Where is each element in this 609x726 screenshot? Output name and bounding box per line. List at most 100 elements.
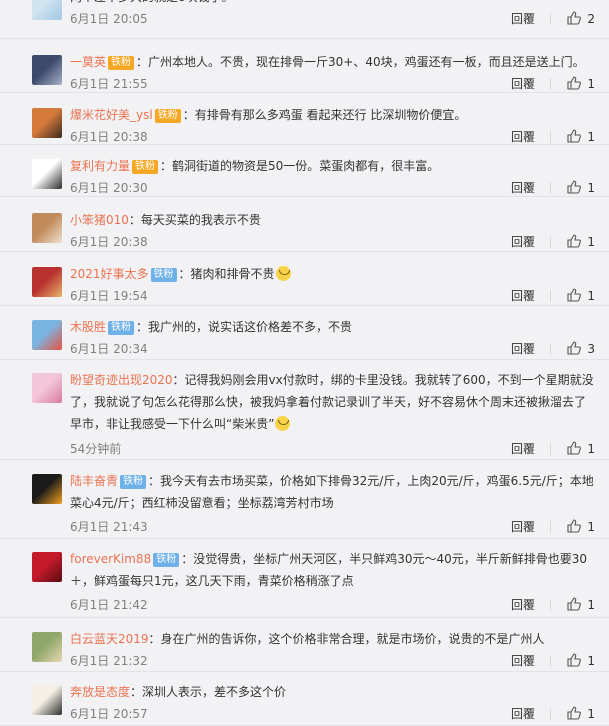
like-button[interactable]: 1 — [567, 440, 595, 458]
username-link[interactable]: 盼望奇迹出现2020 — [70, 373, 173, 387]
fan-badge[interactable]: 铁粉 — [150, 268, 177, 282]
like-button[interactable]: 1 — [567, 233, 595, 251]
comment-item: 白云蓝天2019：身在广州的告诉你，这个价格非常合理，就是市场价，说贵的不是广州… — [0, 618, 609, 672]
reply-button[interactable]: 回覆 — [511, 518, 535, 536]
avatar[interactable] — [32, 108, 62, 138]
comment-item: 2021好事太多 铁粉 ：猪肉和排骨不贵 6月1日 19:54 回覆 1 — [0, 252, 609, 306]
like-count: 1 — [587, 520, 595, 534]
comment-text: ：有排骨有那么多鸡蛋 看起来还行 比深圳物价便宜。 — [182, 108, 467, 122]
username-link[interactable]: 爆米花好美_ysl — [70, 108, 153, 122]
fan-badge[interactable]: 铁粉 — [108, 56, 135, 70]
like-button[interactable]: 1 — [567, 652, 595, 670]
thumbs-up-icon — [567, 653, 582, 667]
username-link[interactable]: 复利有力量 — [70, 159, 130, 173]
comment-item: 爆米花好美_ysl 铁粉 ：有排骨有那么多鸡蛋 看起来还行 比深圳物价便宜。 6月1日… — [0, 93, 609, 145]
avatar[interactable] — [32, 373, 62, 403]
reply-button[interactable]: 回覆 — [511, 10, 535, 28]
avatar[interactable] — [32, 474, 62, 504]
avatar[interactable] — [32, 213, 62, 243]
reply-button[interactable]: 回覆 — [511, 705, 535, 723]
avatar[interactable] — [32, 632, 62, 662]
like-button[interactable]: 2 — [567, 10, 595, 28]
like-button[interactable]: 1 — [567, 518, 595, 536]
like-button[interactable]: 1 — [567, 287, 595, 305]
like-button[interactable]: 3 — [567, 340, 595, 358]
reply-button[interactable]: 回覆 — [511, 652, 535, 670]
comment-item: 复利有力量 铁粉 ：鹤洞街道的物资是50一份。菜蛋肉都有，很丰富。 6月1日 20:3… — [0, 145, 609, 197]
reply-button[interactable]: 回覆 — [511, 287, 535, 305]
comment-text: ：深圳人表示，差不多这个价 — [130, 685, 287, 699]
comment-content: 奔放是态度：深圳人表示，差不多这个价 — [70, 681, 595, 703]
divider — [550, 343, 551, 355]
thumbs-up-icon — [567, 288, 582, 302]
like-button[interactable]: 1 — [567, 705, 595, 723]
comment-time: 6月1日 21:32 — [70, 654, 148, 668]
username-link[interactable]: foreverKim88 — [70, 552, 151, 566]
like-count: 1 — [587, 289, 595, 303]
thumbs-up-icon — [567, 76, 582, 90]
divider — [550, 13, 551, 25]
comment-text: ：我广州的，说实话这价格差不多，不贵 — [136, 320, 353, 334]
comment-meta: 6月1日 20:38 回覆 1 — [70, 233, 595, 251]
comment-item: 奔放是态度：深圳人表示，差不多这个价 6月1日 20:57 回覆 1 — [0, 672, 609, 726]
fan-badge[interactable]: 铁粉 — [120, 475, 147, 489]
reply-button[interactable]: 回覆 — [511, 128, 535, 146]
comment-text: ：身在广州的告诉你，这个价格非常合理，就是市场价，说贵的不是广州人 — [148, 632, 545, 646]
comment-list: 两个差不多大的就是8块钱了。6月1日 20:05回覆2一莫英铁粉：广州本地人。不… — [0, 0, 609, 726]
like-button[interactable]: 1 — [567, 596, 595, 614]
thumbs-up-icon — [567, 129, 582, 143]
username-link[interactable]: 一莫英 — [70, 55, 106, 69]
fan-badge[interactable]: 铁粉 — [153, 553, 180, 567]
comment-meta: 54分钟前 回覆 1 — [70, 440, 595, 458]
comment-text: ：我今天有去市场买菜，价格如下排骨32元/斤，上肉20元/斤，鸡蛋6.5元/斤；… — [70, 474, 594, 510]
reply-button[interactable]: 回覆 — [511, 440, 535, 458]
username-link[interactable]: 白云蓝天2019 — [70, 632, 149, 646]
like-count: 3 — [587, 342, 595, 356]
comment-text: 两个差不多大的就是8块钱了。 — [70, 0, 234, 4]
username-link[interactable]: 木股胜 — [70, 320, 106, 334]
comment-content: 爆米花好美_ysl 铁粉 ：有排骨有那么多鸡蛋 看起来还行 比深圳物价便宜。 — [70, 104, 595, 126]
username-link[interactable]: 小笨猪010 — [70, 213, 129, 227]
comment-meta: 6月1日 20:38 回覆 1 — [70, 128, 595, 146]
like-count: 1 — [587, 598, 595, 612]
comment-time: 6月1日 21:55 — [70, 77, 148, 91]
fan-badge[interactable]: 铁粉 — [154, 109, 181, 123]
thumbs-up-icon — [567, 180, 582, 194]
fan-badge[interactable]: 铁粉 — [132, 160, 159, 174]
username-link[interactable]: 奔放是态度 — [70, 685, 130, 699]
like-button[interactable]: 1 — [567, 75, 595, 93]
reply-button[interactable]: 回覆 — [511, 596, 535, 614]
like-count: 1 — [587, 235, 595, 249]
comment-time: 6月1日 20:05 — [70, 12, 148, 26]
like-count: 2 — [587, 12, 595, 26]
divider — [550, 182, 551, 194]
comment-time: 54分钟前 — [70, 442, 122, 456]
avatar[interactable] — [32, 320, 62, 350]
laughing-emoji-icon — [275, 266, 291, 281]
comment-meta: 6月1日 21:42 回覆 1 — [70, 596, 595, 614]
comment-content: 两个差不多大的就是8块钱了。 — [70, 0, 595, 8]
avatar[interactable] — [32, 267, 62, 297]
reply-button[interactable]: 回覆 — [511, 340, 535, 358]
divider — [550, 131, 551, 143]
avatar[interactable] — [32, 55, 62, 85]
like-button[interactable]: 1 — [567, 179, 595, 197]
reply-button[interactable]: 回覆 — [511, 233, 535, 251]
like-count: 1 — [587, 707, 595, 721]
username-link[interactable]: 2021好事太多 — [70, 267, 149, 281]
username-link[interactable]: 陆丰奋青 — [70, 474, 118, 488]
thumbs-up-icon — [567, 234, 582, 248]
like-button[interactable]: 1 — [567, 128, 595, 146]
like-count: 1 — [587, 654, 595, 668]
divider — [550, 443, 551, 455]
fan-badge[interactable]: 铁粉 — [108, 321, 135, 335]
avatar[interactable] — [32, 0, 62, 20]
reply-button[interactable]: 回覆 — [511, 75, 535, 93]
reply-button[interactable]: 回覆 — [511, 179, 535, 197]
avatar[interactable] — [32, 685, 62, 715]
divider — [550, 655, 551, 667]
thumbs-up-icon — [567, 597, 582, 611]
avatar[interactable] — [32, 159, 62, 189]
comment-meta: 6月1日 20:34 回覆 3 — [70, 340, 595, 358]
avatar[interactable] — [32, 552, 62, 582]
